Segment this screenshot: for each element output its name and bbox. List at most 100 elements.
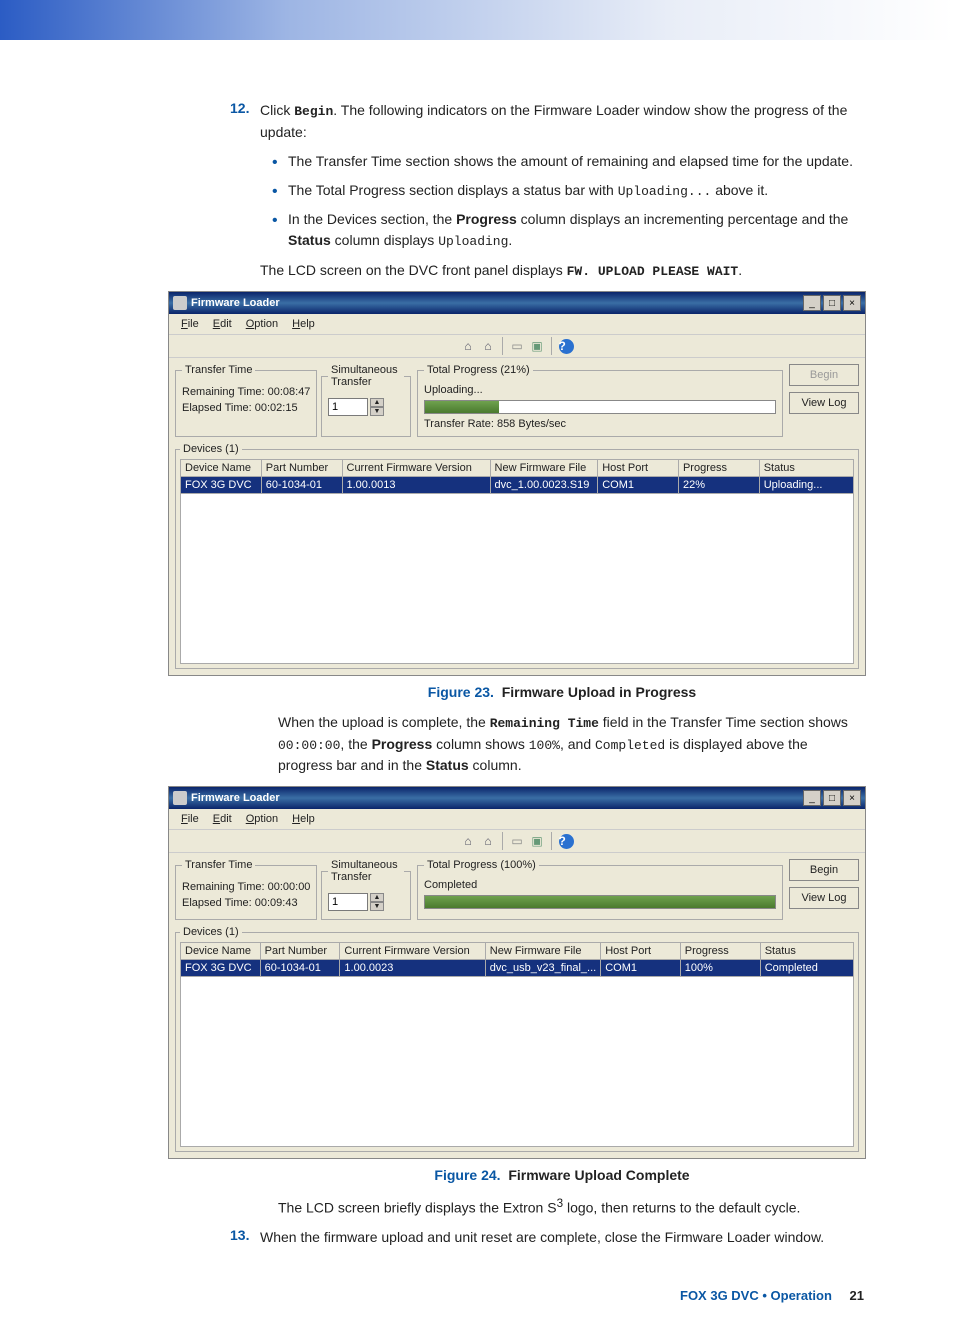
begin-button[interactable]: Begin — [789, 364, 859, 386]
toolbar-page-icon[interactable]: ▭ — [508, 337, 526, 355]
col-device-name[interactable]: Device Name — [181, 460, 262, 477]
elapsed-value: 00:02:15 — [255, 402, 298, 414]
text: column displays — [331, 232, 438, 248]
menu-help[interactable]: Help — [286, 811, 321, 827]
lcd-note: The LCD screen on the DVC front panel di… — [260, 260, 864, 282]
step-12-body: Click Begin. The following indicators on… — [260, 100, 864, 281]
devices-table: Device Name Part Number Current Firmware… — [180, 459, 854, 494]
toolbar-page-icon[interactable]: ▭ — [508, 832, 526, 850]
col-host-port[interactable]: Host Port — [601, 943, 681, 960]
toolbar-separator — [502, 832, 503, 850]
menu-option[interactable]: Option — [240, 316, 284, 332]
text: The LCD screen briefly displays the Extr… — [278, 1200, 557, 1216]
close-button[interactable]: × — [843, 295, 861, 311]
col-part-number[interactable]: Part Number — [261, 460, 342, 477]
col-status[interactable]: Status — [759, 460, 853, 477]
text: column shows — [432, 736, 528, 752]
devices-empty-area — [180, 977, 854, 1147]
col-host-port[interactable]: Host Port — [598, 460, 679, 477]
minimize-button[interactable]: _ — [803, 295, 821, 311]
text: . The following indicators on the Firmwa… — [260, 102, 847, 140]
menu-file[interactable]: File — [175, 811, 205, 827]
col-device-name[interactable]: Device Name — [181, 943, 261, 960]
begin-button[interactable]: Begin — [789, 859, 859, 881]
step-13: 13. When the firmware upload and unit re… — [260, 1227, 864, 1248]
status-bold: Status — [288, 232, 331, 248]
col-progress[interactable]: Progress — [680, 943, 760, 960]
cell-host: COM1 — [601, 960, 681, 977]
toolbar-network-icon[interactable]: ⌂ — [459, 832, 477, 850]
spinner-up-icon[interactable]: ▲ — [370, 398, 384, 407]
cell-host: COM1 — [598, 477, 679, 494]
transfer-time-group: Transfer Time Remaining Time: 00:00:00 E… — [175, 859, 317, 920]
window-title: Firmware Loader — [191, 297, 280, 309]
menubar: File Edit Option Help — [169, 809, 865, 829]
toolbar-chip-icon[interactable]: ▣ — [528, 337, 546, 355]
sim-legend: Simultaneous Transfer — [328, 364, 404, 388]
close-button[interactable]: × — [843, 790, 861, 806]
spinner-down-icon[interactable]: ▼ — [370, 902, 384, 911]
col-progress[interactable]: Progress — [678, 460, 759, 477]
col-new-fw[interactable]: New Firmware File — [485, 943, 600, 960]
sim-transfer-input[interactable] — [328, 893, 368, 911]
col-status[interactable]: Status — [760, 943, 853, 960]
maximize-button[interactable]: □ — [823, 790, 841, 806]
toolbar-network2-icon[interactable]: ⌂ — [479, 832, 497, 850]
menu-option[interactable]: Option — [240, 811, 284, 827]
completed-code: Completed — [595, 738, 665, 753]
elapsed-label: Elapsed Time: — [182, 402, 252, 414]
toolbar-help-icon[interactable]: ? — [557, 832, 575, 850]
text: , the — [340, 736, 371, 752]
spinner-down-icon[interactable]: ▼ — [370, 407, 384, 416]
menu-edit[interactable]: Edit — [207, 811, 238, 827]
sim-spinner[interactable]: ▲ ▼ — [370, 398, 384, 416]
toolbar-chip-icon[interactable]: ▣ — [528, 832, 546, 850]
menu-edit[interactable]: Edit — [207, 316, 238, 332]
minimize-button[interactable]: _ — [803, 790, 821, 806]
devices-header-row: Device Name Part Number Current Firmware… — [181, 943, 854, 960]
cell-partnum: 60-1034-01 — [260, 960, 340, 977]
menu-help[interactable]: Help — [286, 316, 321, 332]
page-footer: FOX 3G DVC • Operation 21 — [0, 1288, 954, 1343]
maximize-button[interactable]: □ — [823, 295, 841, 311]
col-current-fw[interactable]: Current Firmware Version — [340, 943, 485, 960]
status-bold-2: Status — [426, 757, 469, 773]
cell-status: Uploading... — [759, 477, 853, 494]
table-row[interactable]: FOX 3G DVC 60-1034-01 1.00.0013 dvc_1.00… — [181, 477, 854, 494]
text: Click — [260, 102, 294, 118]
sim-transfer-input[interactable] — [328, 398, 368, 416]
col-part-number[interactable]: Part Number — [260, 943, 340, 960]
col-new-fw[interactable]: New Firmware File — [490, 460, 598, 477]
sim-spinner[interactable]: ▲ ▼ — [370, 893, 384, 911]
text: The Total Progress section displays a st… — [288, 182, 618, 198]
toolbar-network2-icon[interactable]: ⌂ — [479, 337, 497, 355]
cell-curfw: 1.00.0013 — [342, 477, 490, 494]
complete-paragraph: When the upload is complete, the Remaini… — [278, 712, 864, 776]
cell-prog: 22% — [678, 477, 759, 494]
view-log-button[interactable]: View Log — [789, 887, 859, 909]
app-icon — [173, 791, 187, 805]
screenshot-firmware-loader-uploading: Firmware Loader _ □ × File Edit Option H… — [168, 291, 866, 676]
remaining-time-code: Remaining Time — [490, 716, 599, 731]
devices-group: Devices (1) Device Name Part Number Curr… — [175, 443, 859, 669]
toolbar-help-icon[interactable]: ? — [557, 337, 575, 355]
progress-bar — [424, 400, 776, 414]
spinner-up-icon[interactable]: ▲ — [370, 893, 384, 902]
uploading-code-2: Uploading — [438, 234, 508, 249]
view-log-button[interactable]: View Log — [789, 392, 859, 414]
s3-paragraph: The LCD screen briefly displays the Extr… — [278, 1195, 864, 1219]
toolbar: ⌂ ⌂ ▭ ▣ ? — [169, 829, 865, 853]
step-12: 12. Click Begin. The following indicator… — [260, 100, 864, 281]
toolbar-network-icon[interactable]: ⌂ — [459, 337, 477, 355]
bullet-devices: In the Devices section, the Progress col… — [288, 209, 864, 252]
remaining-value: 00:08:47 — [268, 386, 311, 398]
window-titlebar: Firmware Loader _ □ × — [169, 787, 865, 809]
col-current-fw[interactable]: Current Firmware Version — [342, 460, 490, 477]
menu-file[interactable]: File — [175, 316, 205, 332]
table-row[interactable]: FOX 3G DVC 60-1034-01 1.00.0023 dvc_usb_… — [181, 960, 854, 977]
progress-legend: Total Progress (100%) — [424, 859, 539, 871]
menu-option-rest: ption — [254, 318, 278, 330]
zero-time-code: 00:00:00 — [278, 738, 340, 753]
remaining-value: 00:00:00 — [268, 881, 311, 893]
devices-table: Device Name Part Number Current Firmware… — [180, 942, 854, 977]
